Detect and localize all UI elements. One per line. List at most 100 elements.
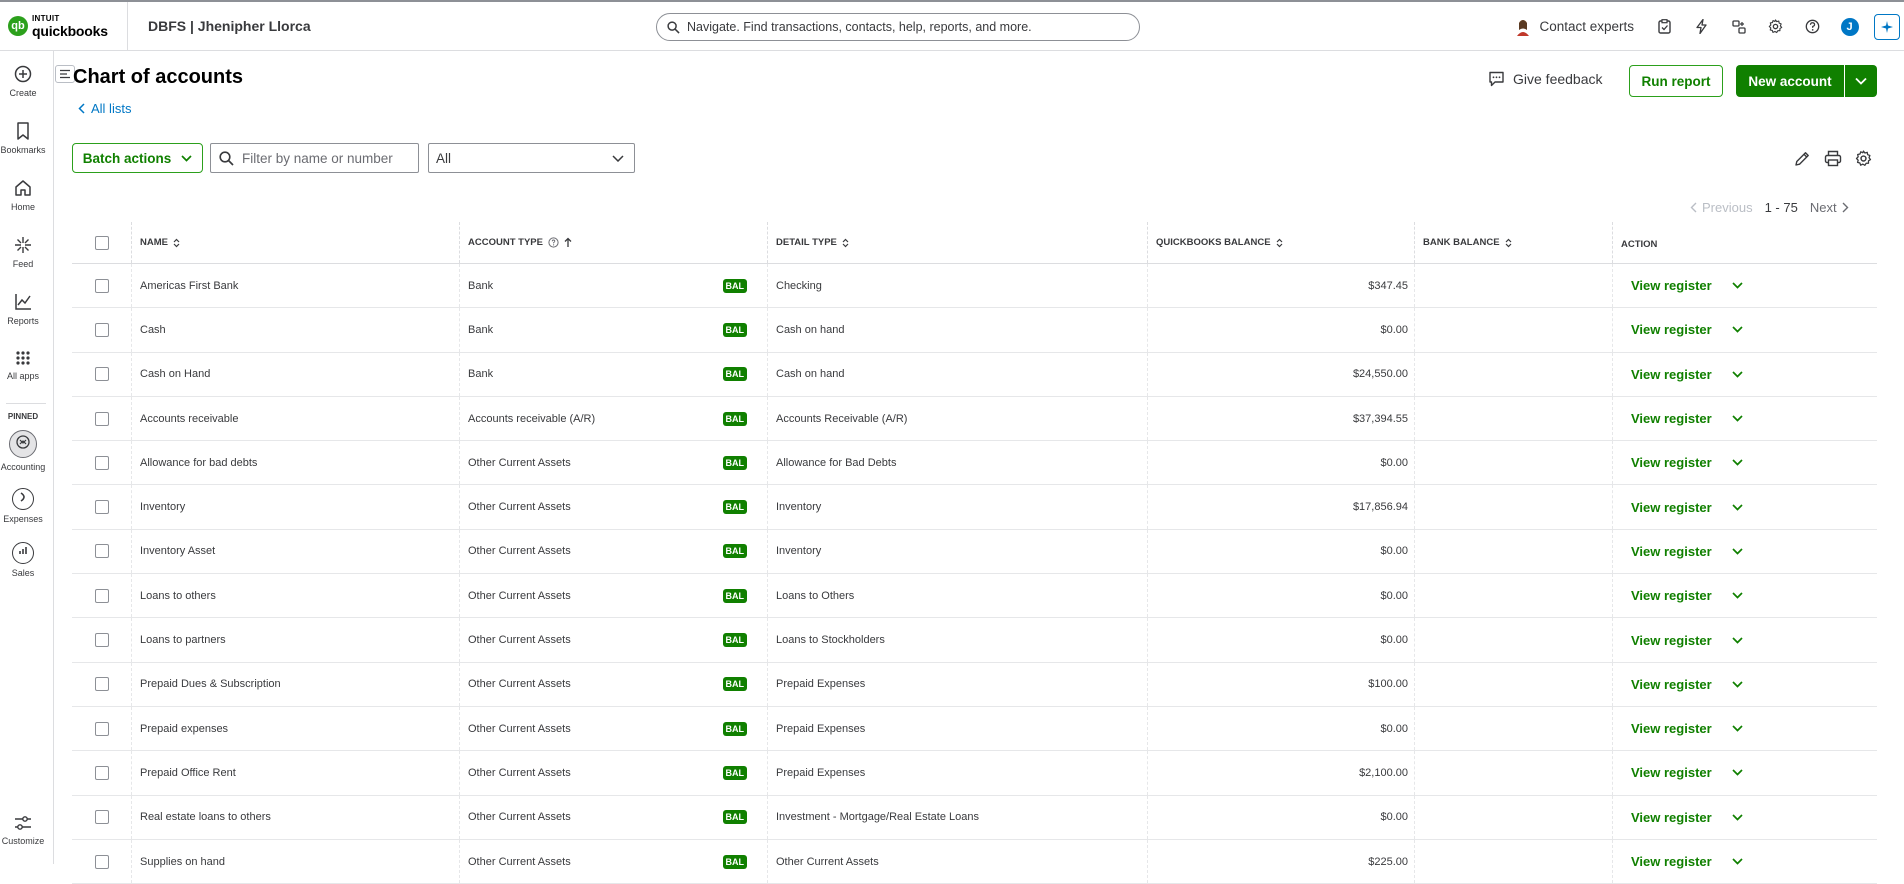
give-feedback-button[interactable]: Give feedback bbox=[1488, 71, 1603, 87]
row-actions-dropdown[interactable] bbox=[1732, 504, 1743, 511]
view-register-link[interactable]: View register bbox=[1631, 633, 1712, 648]
row-checkbox[interactable] bbox=[94, 765, 109, 780]
row-actions-dropdown[interactable] bbox=[1732, 725, 1743, 732]
view-register-link[interactable]: View register bbox=[1631, 411, 1712, 426]
view-register-link[interactable]: View register bbox=[1631, 765, 1712, 780]
row-checkbox[interactable] bbox=[94, 721, 109, 736]
row-checkbox[interactable] bbox=[94, 854, 109, 869]
run-report-button[interactable]: Run report bbox=[1629, 65, 1723, 97]
lightning-icon[interactable] bbox=[1683, 2, 1720, 51]
rail-bookmarks[interactable]: Bookmarks bbox=[0, 122, 46, 155]
batch-actions-button[interactable]: Batch actions bbox=[72, 143, 203, 173]
account-name[interactable]: Loans to partners bbox=[140, 634, 226, 646]
row-actions-dropdown[interactable] bbox=[1732, 769, 1743, 777]
view-register-link[interactable]: View register bbox=[1631, 588, 1712, 603]
table-row: Prepaid Office Rent Other Current Assets… bbox=[72, 751, 1877, 796]
account-type-filter-select[interactable]: All bbox=[428, 143, 635, 173]
row-checkbox[interactable] bbox=[94, 455, 109, 470]
pager-next-button[interactable]: Next bbox=[1810, 200, 1849, 215]
row-checkbox[interactable] bbox=[94, 278, 109, 293]
view-register-link[interactable]: View register bbox=[1631, 322, 1712, 337]
row-checkbox[interactable] bbox=[94, 810, 109, 825]
info-icon[interactable] bbox=[548, 237, 559, 248]
pager-previous-button[interactable]: Previous bbox=[1690, 200, 1753, 215]
rail-sales[interactable]: Sales bbox=[0, 542, 46, 578]
row-actions-dropdown[interactable] bbox=[1732, 548, 1743, 555]
tasks-icon[interactable] bbox=[1646, 2, 1683, 51]
global-search-input[interactable]: Navigate. Find transactions, contacts, h… bbox=[656, 13, 1140, 41]
apps-switch-icon[interactable] bbox=[1720, 2, 1757, 51]
account-name[interactable]: Prepaid Office Rent bbox=[140, 767, 236, 779]
view-register-link[interactable]: View register bbox=[1631, 854, 1712, 869]
row-actions-dropdown[interactable] bbox=[1732, 636, 1743, 644]
col-header-qb-balance[interactable]: QUICKBOOKS BALANCE bbox=[1148, 222, 1415, 263]
account-name[interactable]: Allowance for bad debts bbox=[140, 457, 257, 469]
account-name[interactable]: Prepaid Dues & Subscription bbox=[140, 678, 281, 690]
ai-assist-icon[interactable] bbox=[1874, 13, 1900, 40]
view-register-link[interactable]: View register bbox=[1631, 455, 1712, 470]
view-register-link[interactable]: View register bbox=[1631, 721, 1712, 736]
edit-pencil-icon[interactable] bbox=[1794, 150, 1811, 167]
collapse-nav-button[interactable] bbox=[55, 65, 75, 83]
quickbooks-logo[interactable]: qb INTUIT quickbooks bbox=[0, 2, 128, 50]
row-checkbox[interactable] bbox=[94, 500, 109, 515]
view-register-link[interactable]: View register bbox=[1631, 367, 1712, 382]
row-checkbox[interactable] bbox=[94, 544, 109, 559]
filter-name-number-input[interactable] bbox=[242, 150, 412, 166]
account-name[interactable]: Cash on Hand bbox=[140, 368, 210, 380]
col-header-name[interactable]: NAME bbox=[132, 222, 460, 263]
account-name[interactable]: Accounts receivable bbox=[140, 413, 238, 425]
rail-create[interactable]: Create bbox=[0, 65, 46, 98]
account-name[interactable]: Real estate loans to others bbox=[140, 811, 271, 823]
row-checkbox[interactable] bbox=[94, 588, 109, 603]
row-checkbox[interactable] bbox=[94, 633, 109, 648]
settings-gear-icon[interactable] bbox=[1757, 2, 1794, 51]
row-actions-dropdown[interactable] bbox=[1732, 592, 1743, 599]
view-register-link[interactable]: View register bbox=[1631, 500, 1712, 515]
view-register-link[interactable]: View register bbox=[1631, 544, 1712, 559]
account-name[interactable]: Inventory Asset bbox=[140, 545, 215, 557]
account-name[interactable]: Prepaid expenses bbox=[140, 723, 228, 735]
help-icon[interactable] bbox=[1794, 2, 1831, 51]
rail-customize[interactable]: Customize bbox=[0, 815, 46, 846]
account-name[interactable]: Inventory bbox=[140, 501, 185, 513]
new-account-dropdown-button[interactable] bbox=[1845, 65, 1877, 97]
view-register-link[interactable]: View register bbox=[1631, 677, 1712, 692]
col-header-bank-balance[interactable]: BANK BALANCE bbox=[1415, 222, 1613, 263]
rail-all-apps[interactable]: All apps bbox=[0, 350, 46, 381]
rail-reports[interactable]: Reports bbox=[0, 293, 46, 326]
select-all-checkbox[interactable] bbox=[94, 235, 109, 250]
rail-accounting[interactable]: Accounting bbox=[0, 430, 46, 472]
row-checkbox[interactable] bbox=[94, 411, 109, 426]
print-icon[interactable] bbox=[1824, 150, 1842, 167]
row-checkbox[interactable] bbox=[94, 677, 109, 692]
row-checkbox[interactable] bbox=[94, 322, 109, 337]
account-name[interactable]: Americas First Bank bbox=[140, 280, 238, 292]
all-lists-link[interactable]: All lists bbox=[78, 101, 131, 116]
company-name[interactable]: DBFS | Jhenipher Llorca bbox=[148, 18, 311, 34]
row-actions-dropdown[interactable] bbox=[1732, 415, 1743, 422]
row-checkbox[interactable] bbox=[94, 367, 109, 382]
col-header-account-type[interactable]: ACCOUNT TYPE bbox=[460, 222, 768, 263]
rail-feed[interactable]: Feed bbox=[0, 236, 46, 269]
table-settings-gear-icon[interactable] bbox=[1855, 150, 1872, 167]
row-actions-dropdown[interactable] bbox=[1732, 814, 1743, 821]
row-actions-dropdown[interactable] bbox=[1732, 459, 1743, 467]
contact-experts-button[interactable]: Contact experts bbox=[1515, 18, 1634, 36]
filter-search-box[interactable] bbox=[210, 143, 419, 173]
rail-expenses[interactable]: Expenses bbox=[0, 488, 46, 524]
account-name[interactable]: Cash bbox=[140, 324, 166, 336]
account-name[interactable]: Loans to others bbox=[140, 590, 216, 602]
view-register-link[interactable]: View register bbox=[1631, 810, 1712, 825]
row-actions-dropdown[interactable] bbox=[1732, 326, 1743, 334]
user-profile-button[interactable]: J bbox=[1831, 2, 1868, 51]
row-actions-dropdown[interactable] bbox=[1732, 282, 1743, 289]
account-name-cell: Allowance for bad debts bbox=[132, 441, 460, 485]
row-actions-dropdown[interactable] bbox=[1732, 371, 1743, 378]
col-header-detail-type[interactable]: DETAIL TYPE bbox=[768, 222, 1148, 263]
rail-home[interactable]: Home bbox=[0, 179, 46, 212]
new-account-button[interactable]: New account bbox=[1736, 65, 1844, 97]
row-actions-dropdown[interactable] bbox=[1732, 681, 1743, 688]
view-register-link[interactable]: View register bbox=[1631, 278, 1712, 293]
account-name[interactable]: Supplies on hand bbox=[140, 856, 225, 868]
